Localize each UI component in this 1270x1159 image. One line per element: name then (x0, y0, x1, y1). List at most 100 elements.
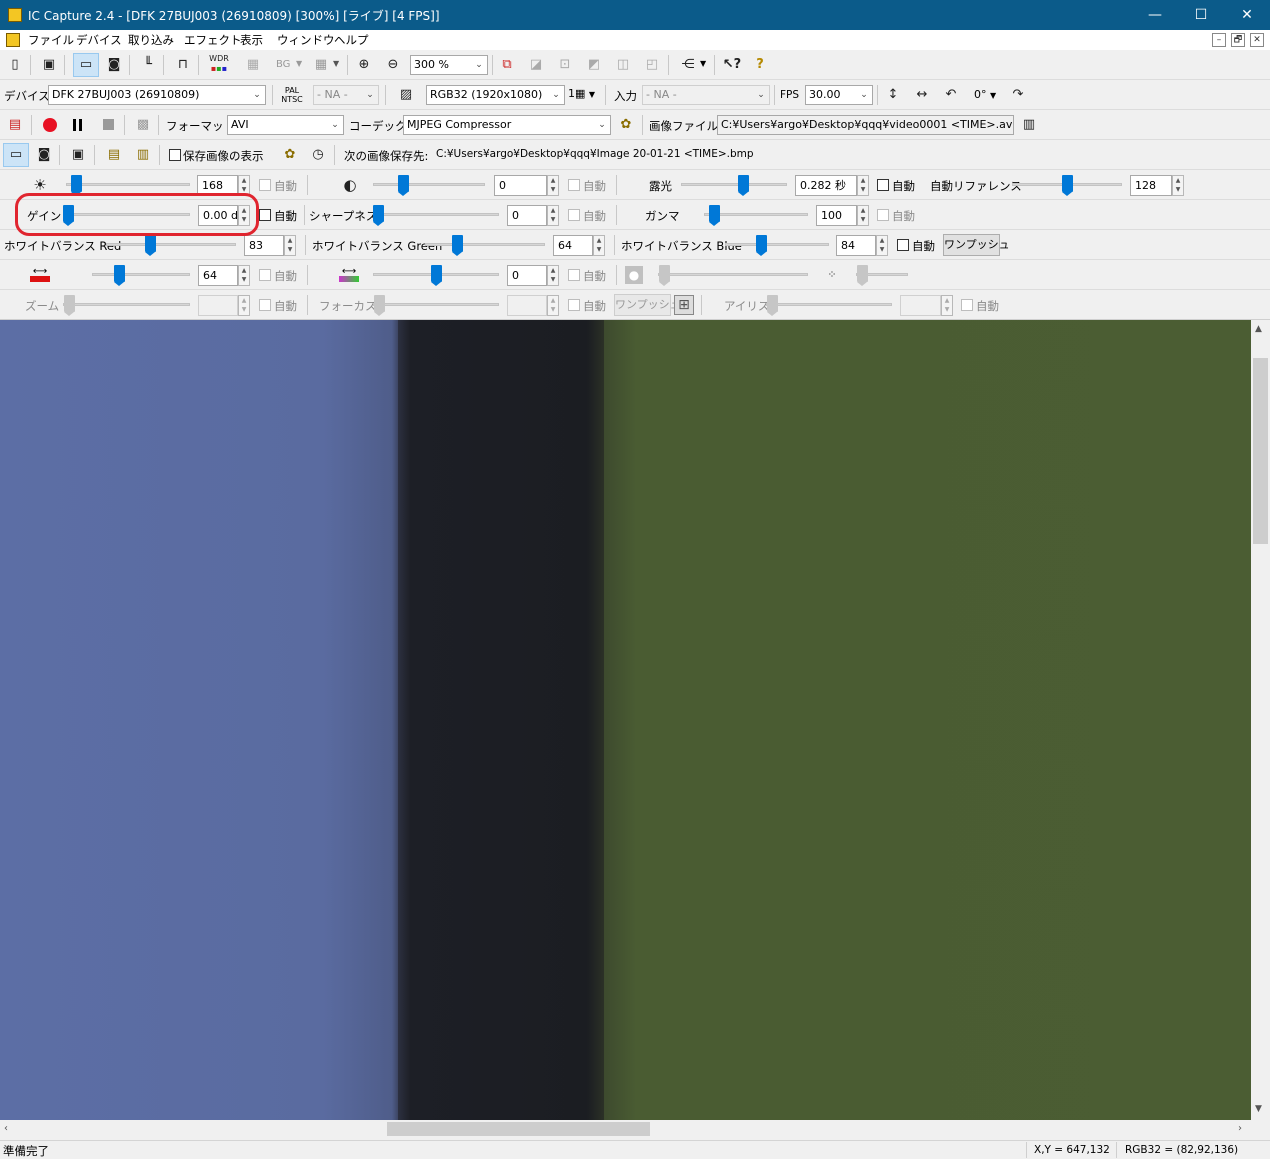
wdr-icon[interactable]: WDR ▪▪▪ (208, 54, 230, 74)
minimize-button[interactable]: — (1132, 0, 1178, 30)
menu-capture[interactable]: 取り込み (128, 32, 174, 48)
hue-spinner[interactable]: ▲ ▼ (238, 265, 250, 286)
gamma-spinner[interactable]: ▲ ▼ (857, 205, 869, 226)
close-button[interactable]: ✕ (1224, 0, 1270, 30)
new-icon[interactable]: ▯ (5, 55, 25, 75)
vertical-scrollbar[interactable]: ▲ ▼ (1251, 320, 1270, 1120)
sharpness-slider-thumb[interactable] (373, 205, 384, 226)
tree-icon[interactable]: ⋲ (678, 55, 698, 75)
menu-device[interactable]: デバイス (76, 32, 122, 48)
saturation-input[interactable]: 0 (507, 265, 547, 286)
mdi-minimize-button[interactable]: – (1212, 33, 1226, 47)
tree-dropdown-icon[interactable]: ▼ (700, 59, 706, 68)
gain-auto-checkbox[interactable] (259, 209, 271, 221)
maximize-button[interactable]: ☐ (1178, 0, 1224, 30)
brightness-slider[interactable] (66, 183, 190, 186)
exposure-slider[interactable] (681, 183, 787, 186)
record-icon[interactable] (43, 118, 57, 132)
document-icon[interactable] (6, 33, 20, 47)
zoom-out-icon[interactable]: ⊖ (383, 55, 403, 75)
snapshot-icon[interactable]: ◙ (104, 55, 124, 75)
camera-icon[interactable]: ◙ (34, 145, 54, 165)
menu-effect[interactable]: エフェクト (184, 32, 242, 48)
scroll-left-icon[interactable]: ‹ (4, 1123, 8, 1134)
brightness-slider-thumb[interactable] (70, 175, 82, 196)
scroll-down-icon[interactable]: ▼ (1255, 1104, 1262, 1114)
gamma-input[interactable]: 100 (816, 205, 857, 226)
rotation-selector[interactable]: 0° ▼ (974, 88, 996, 101)
wb-blue-slider-thumb[interactable] (755, 235, 767, 256)
live-video-view[interactable] (0, 320, 1251, 1120)
vertical-scroll-thumb[interactable] (1253, 358, 1268, 544)
wb-blue-spinner[interactable]: ▲ ▼ (876, 235, 888, 256)
codec-combo[interactable]: MJPEG Compressor ⌄ (403, 115, 611, 135)
show-saved-image-checkbox[interactable] (169, 149, 181, 161)
file-browse-icon[interactable]: ▥ (1019, 115, 1039, 135)
timer-icon[interactable]: ◷ (308, 145, 328, 165)
menu-help[interactable]: ヘルプ (334, 32, 369, 48)
camera-live-icon[interactable]: ▭ (3, 143, 29, 167)
device-combo[interactable]: DFK 27BUJ003 (26910809) ⌄ (48, 85, 266, 105)
rotate-right-icon[interactable]: ↷ (1008, 85, 1028, 105)
exposure-auto-checkbox[interactable] (877, 179, 889, 191)
image-copy-icon[interactable]: ▥ (133, 145, 153, 165)
wb-red-input[interactable]: 83 (244, 235, 284, 256)
movie-format-combo[interactable]: AVI ⌄ (227, 115, 344, 135)
auto-reference-spinner[interactable]: ▲ ▼ (1172, 175, 1184, 196)
contrast-slider-thumb[interactable] (398, 175, 410, 196)
scroll-up-icon[interactable]: ▲ (1255, 324, 1262, 334)
save-icon[interactable]: ▣ (39, 55, 59, 75)
histogram-icon[interactable]: ╙ (138, 55, 158, 75)
image-properties-icon[interactable]: ✿ (280, 145, 300, 165)
trigger-icon[interactable]: ⊓ (173, 55, 193, 75)
wb-green-spinner[interactable]: ▲ ▼ (593, 235, 605, 256)
contrast-spinner[interactable]: ▲ ▼ (547, 175, 559, 196)
hue-slider-thumb[interactable] (113, 265, 125, 286)
video-format-combo[interactable]: RGB32 (1920x1080) ⌄ (426, 85, 565, 105)
menu-view[interactable]: 表示 (240, 32, 263, 48)
image-settings-icon[interactable]: ▤ (104, 145, 124, 165)
wb-green-slider-thumb[interactable] (452, 235, 464, 256)
zoom-combo[interactable]: 300 % ⌄ (410, 55, 488, 75)
help-icon[interactable]: ? (750, 55, 770, 75)
saturation-slider-thumb[interactable] (430, 265, 442, 286)
rotate-left-icon[interactable]: ↶ (941, 85, 961, 105)
mdi-close-button[interactable]: ✕ (1250, 33, 1264, 47)
wb-blue-slider[interactable] (725, 243, 829, 246)
sharpness-slider[interactable] (373, 213, 499, 216)
horizontal-scroll-thumb[interactable] (387, 1122, 650, 1136)
exposure-spinner[interactable]: ▲ ▼ (857, 175, 869, 196)
hue-slider[interactable] (92, 273, 190, 276)
save-image-icon[interactable]: ▣ (68, 145, 88, 165)
pause-icon[interactable] (73, 119, 76, 131)
roi-icon[interactable]: ⧉ (497, 55, 517, 75)
wb-auto-checkbox[interactable] (897, 239, 909, 251)
scroll-right-icon[interactable]: › (1238, 1123, 1242, 1134)
mdi-restore-button[interactable]: 🗗 (1231, 33, 1245, 47)
codec-properties-icon[interactable]: ✿ (616, 115, 636, 135)
wb-green-input[interactable]: 64 (553, 235, 593, 256)
menu-window[interactable]: ウィンドウ (277, 32, 335, 48)
record-settings-icon[interactable]: ▤ (5, 115, 25, 135)
movie-file-field[interactable]: C:¥Users¥argo¥Desktop¥qqq¥video0001 <TIM… (717, 115, 1014, 135)
wb-blue-input[interactable]: 84 (836, 235, 876, 256)
help-context-icon[interactable]: ↖? (722, 55, 742, 75)
horizontal-scrollbar[interactable]: ‹ › (0, 1120, 1251, 1138)
live-camera-icon[interactable]: ▭ (73, 53, 99, 77)
hue-input[interactable]: 64 (198, 265, 238, 286)
contrast-slider[interactable] (373, 183, 485, 186)
menu-file[interactable]: ファイル (28, 32, 74, 48)
fps-combo[interactable]: 30.00 ⌄ (805, 85, 873, 105)
gamma-slider-thumb[interactable] (708, 205, 720, 226)
flip-vertical-icon[interactable]: ↕ (883, 85, 903, 105)
flip-horizontal-icon[interactable]: ↔ (912, 85, 932, 105)
buffer-selector[interactable]: 1▦ ▼ (568, 87, 595, 100)
layout-dropdown-icon[interactable]: ▼ (333, 59, 339, 68)
wb-red-slider[interactable] (106, 243, 236, 246)
wb-green-slider[interactable] (425, 243, 545, 246)
exposure-input[interactable]: 0.282 秒 (795, 175, 857, 196)
exposure-slider-thumb[interactable] (738, 175, 749, 196)
zoom-in-icon[interactable]: ⊕ (354, 55, 374, 75)
sharpness-spinner[interactable]: ▲ ▼ (547, 205, 559, 226)
wb-onepush-button[interactable]: ワンプッシュ (943, 234, 1010, 256)
